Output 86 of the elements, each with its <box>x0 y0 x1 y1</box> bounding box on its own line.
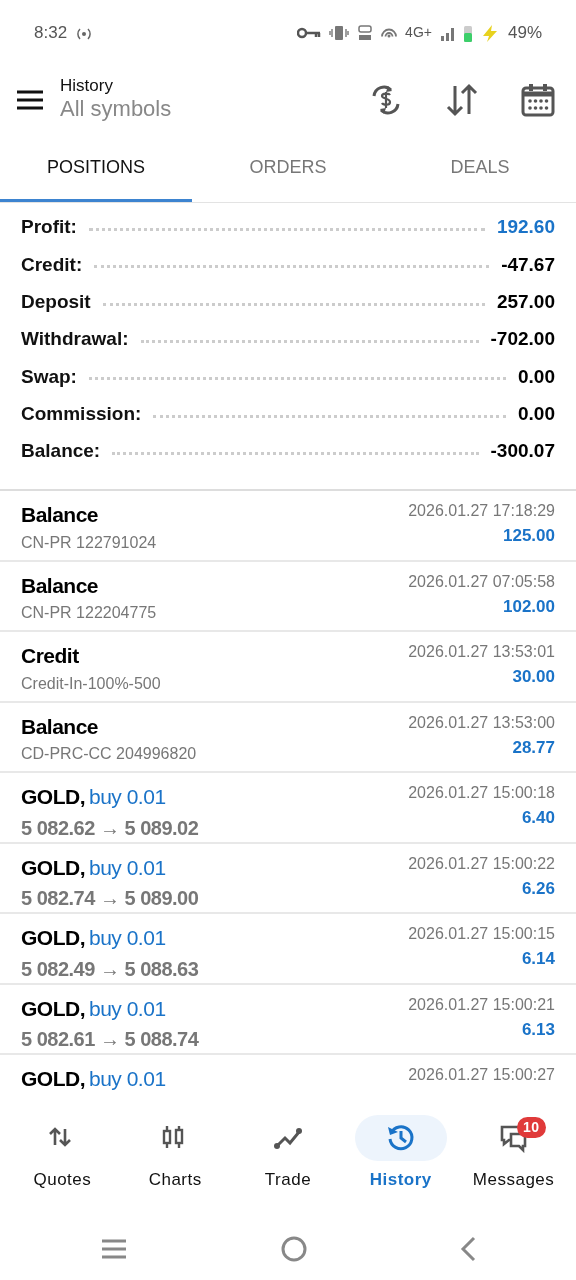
volte-icon <box>357 23 374 42</box>
summary-value: -47.67 <box>501 252 555 277</box>
deal-comment: CN-PR 122204775 <box>21 603 157 623</box>
vibrate-icon <box>329 24 350 41</box>
network-type: 4G+ <box>405 23 432 42</box>
summary-value: -300.07 <box>490 439 555 464</box>
summary-label: Deposit <box>21 290 91 314</box>
deal-symbol: GOLD, <box>21 784 85 810</box>
deal-type: Balance <box>21 502 100 528</box>
deal-row[interactable]: Balance CN-PR 122791024 2026.01.27 17:18:29 125.00 <box>0 491 576 562</box>
deal-row[interactable]: Balance CD-PRC-CC 204996820 2026.01.27 13:53:00 28.77 <box>0 702 576 773</box>
nav-tab[interactable]: History <box>344 1101 458 1216</box>
menu-icon[interactable] <box>16 90 44 110</box>
home-button[interactable] <box>281 1235 307 1262</box>
deal-action: buy 0.01 <box>89 854 166 881</box>
deal-comment: CD-PRC-CC 204996820 <box>21 744 197 764</box>
deal-prices: 5 082.49 → 5 088.63 <box>21 956 199 982</box>
nav-tab[interactable]: Quotes <box>6 1101 119 1216</box>
summary-label: Credit: <box>21 252 83 277</box>
deal-type: Balance <box>21 713 100 740</box>
battery-icon <box>463 23 472 42</box>
deal-time: 2026.01.27 15:00:15 <box>408 924 555 944</box>
screen-title: History <box>60 77 114 97</box>
deal-action: buy 0.01 <box>89 995 166 1022</box>
deal-row[interactable]: GOLD, buy 0.01 5 082.74 → 5 089.00 2026.01.27 15:00:22 6.26 <box>0 843 576 914</box>
deal-amount: 102.00 <box>502 595 555 618</box>
summary-label: Profit: <box>21 215 77 240</box>
deal-row[interactable]: GOLD, buy 0.01 5 082.49 → 5 088.63 2026.01.27 15:00:15 6.14 <box>0 914 576 985</box>
nav-tab[interactable]: Charts <box>118 1101 232 1216</box>
deal-amount: 6.14 <box>520 948 555 970</box>
deal-time: 2026.01.27 15:00:21 <box>408 994 555 1015</box>
deal-amount: 6.26 <box>520 877 555 900</box>
deal-time: 2026.01.27 15:00:22 <box>408 853 555 874</box>
deal-symbol: GOLD, <box>21 1066 85 1092</box>
deal-time: 2026.01.27 15:00:27 <box>408 1065 555 1085</box>
battery-percent: 49% <box>507 21 542 44</box>
deal-time: 2026.01.27 13:53:00 <box>408 712 555 733</box>
summary-value: 192.60 <box>496 215 555 240</box>
summary-value: 0.00 <box>518 401 555 426</box>
back-button[interactable] <box>460 1235 476 1262</box>
deal-row[interactable]: Credit Credit-In-100%-500 2026.01.27 13:53:01 30.00 <box>0 632 576 703</box>
deal-action: buy 0.01 <box>89 784 166 810</box>
deal-prices: 5 082.61 → 5 088.74 <box>21 1027 199 1052</box>
deal-time: 2026.01.27 07:05:58 <box>408 571 555 592</box>
deal-symbol: GOLD, <box>21 995 85 1022</box>
summary-label: Withdrawal: <box>21 327 129 352</box>
deal-comment: CN-PR 122791024 <box>21 532 157 553</box>
deal-row[interactable]: Balance CN-PR 122204775 2026.01.27 07:05:58 102.00 <box>0 561 576 632</box>
sort-icon[interactable] <box>444 82 480 118</box>
deal-row[interactable]: GOLD, buy 0.01 5 082.62 → 5 089.02 2026.01.27 15:00:18 6.40 <box>0 773 576 844</box>
summary-label: Commission: <box>21 401 142 426</box>
summary-label: Swap: <box>21 364 77 389</box>
deal-time: 2026.01.27 15:00:18 <box>408 783 555 803</box>
deal-amount: 6.13 <box>520 1018 555 1041</box>
summary-value: 257.00 <box>496 290 555 314</box>
deal-type: Credit <box>21 643 80 669</box>
summary-value: -702.00 <box>490 327 555 352</box>
summary-label: Balance: <box>21 439 101 464</box>
tab[interactable]: DEALS <box>384 135 576 202</box>
tab[interactable]: ORDERS <box>192 135 384 202</box>
deal-symbol: GOLD, <box>21 925 85 951</box>
unread-badge: 10 <box>517 1117 546 1138</box>
deal-prices: 5 082.62 → 5 089.02 <box>21 815 199 841</box>
deal-amount: 6.40 <box>520 807 555 829</box>
deal-amount: 28.77 <box>511 736 555 759</box>
deal-action: buy 0.01 <box>89 1066 166 1092</box>
nav-tab[interactable]: 10 Messages <box>457 1101 570 1216</box>
key-icon <box>297 26 322 39</box>
deal-prices: 5 082.74 → 5 089.00 <box>21 886 199 911</box>
symbol-filter[interactable]: All symbols <box>60 96 368 123</box>
deal-comment: Credit-In-100%-500 <box>21 673 161 694</box>
deal-amount: 30.00 <box>511 666 555 688</box>
history-icon <box>385 1123 416 1153</box>
status-time: 8:32 <box>34 21 68 44</box>
calendar-icon[interactable] <box>520 82 556 118</box>
deal-row[interactable]: GOLD, buy 0.01 2026.01.27 15:00:27 <box>0 1055 576 1101</box>
nav-tab[interactable]: Trade <box>231 1101 345 1216</box>
deal-symbol: GOLD, <box>21 854 85 881</box>
deal-action: buy 0.01 <box>89 925 166 951</box>
tab[interactable]: POSITIONS <box>0 135 192 202</box>
deal-time: 2026.01.27 13:53:01 <box>408 642 555 662</box>
deal-time: 2026.01.27 17:18:29 <box>408 501 555 521</box>
deal-amount: 125.00 <box>502 525 555 547</box>
deal-type: Balance <box>21 572 100 599</box>
deal-row[interactable]: GOLD, buy 0.01 5 082.61 → 5 088.74 2026.01.27 15:00:21 6.13 <box>0 984 576 1055</box>
summary-value: 0.00 <box>518 364 555 389</box>
